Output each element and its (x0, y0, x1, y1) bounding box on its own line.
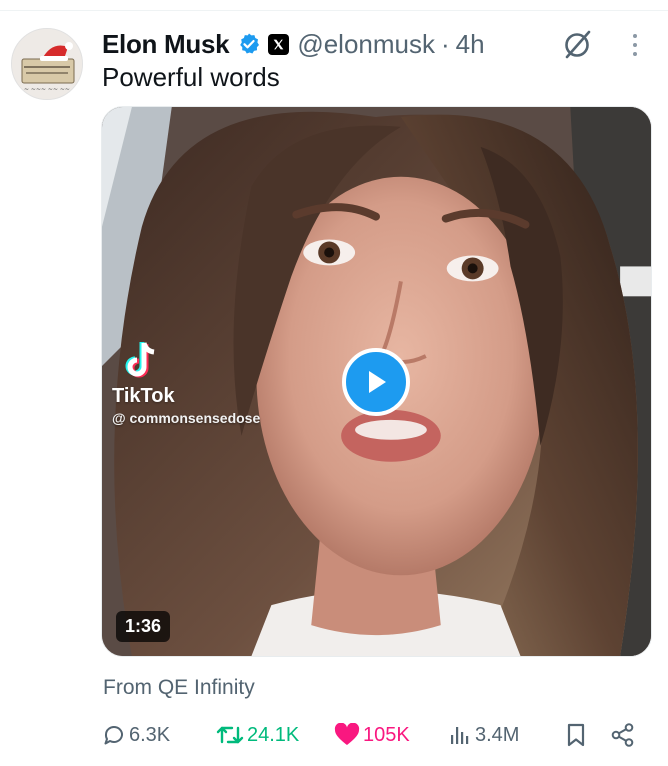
heart-icon (334, 723, 360, 745)
video-duration: 1:36 (116, 611, 171, 642)
video-player[interactable]: TikTok @ commonsensedose 1:36 (101, 106, 652, 657)
tweet-text: Powerful words (102, 62, 280, 92)
view-count: 3.4M (475, 723, 520, 746)
x-logo-icon (268, 33, 290, 55)
share-icon (611, 723, 634, 747)
play-icon (369, 371, 386, 393)
repost-count: 24.1K (247, 723, 300, 746)
header-separator: · (441, 28, 450, 59)
tiktok-username: @ commonsensedose (112, 410, 261, 426)
timestamp[interactable]: 4h (456, 29, 485, 60)
views-icon (451, 727, 469, 744)
tweet-header: Elon Musk @elonmusk · 4h (102, 24, 485, 64)
tiktok-logo-icon (122, 339, 162, 383)
tiktok-watermark: TikTok (112, 385, 175, 407)
avatar-image: ~ ~~~ ~~ ~~ (12, 29, 82, 99)
repost-button[interactable]: 24.1K (216, 718, 299, 752)
verified-badge-icon (237, 32, 261, 56)
share-button[interactable] (610, 718, 636, 752)
more-vertical-icon[interactable] (624, 30, 646, 60)
author-handle[interactable]: @elonmusk (297, 29, 435, 60)
source-label: From QE Infinity (103, 676, 255, 699)
bookmark-icon (567, 723, 585, 747)
like-button[interactable]: 105K (334, 718, 410, 752)
views-button[interactable]: 3.4M (448, 718, 519, 752)
reply-button[interactable]: 6.3K (102, 718, 170, 752)
top-divider (0, 10, 668, 11)
repost-icon (216, 726, 244, 744)
svg-text:~ ~~~ ~~ ~~: ~ ~~~ ~~ ~~ (24, 86, 70, 93)
action-bar: 6.3K 24.1K 105K 3.4M (102, 718, 642, 752)
grok-icon[interactable] (562, 28, 594, 60)
reply-icon (104, 726, 123, 745)
reply-count: 6.3K (129, 723, 171, 746)
author-name[interactable]: Elon Musk (102, 29, 230, 60)
play-button[interactable] (342, 348, 410, 416)
like-count: 105K (363, 723, 410, 746)
bookmark-button[interactable] (564, 718, 588, 752)
avatar[interactable]: ~ ~~~ ~~ ~~ (11, 28, 83, 100)
